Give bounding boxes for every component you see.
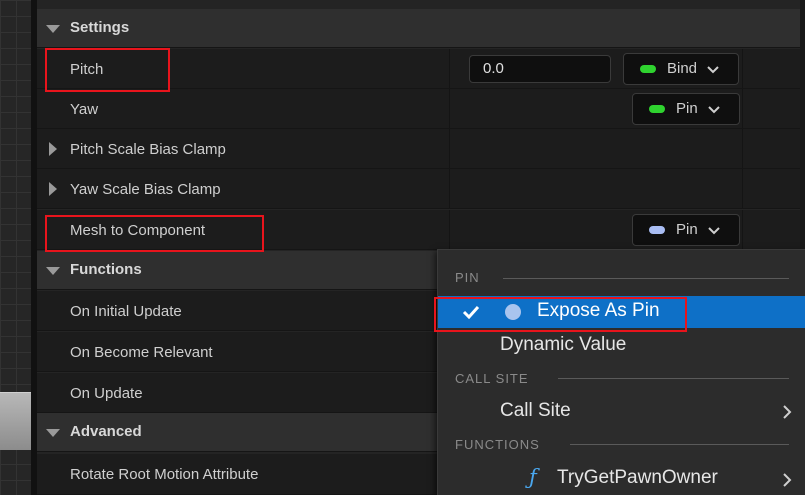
bind-button[interactable]: Bind bbox=[623, 53, 739, 85]
bool-pin-icon bbox=[640, 65, 656, 73]
menu-item-label: TryGetPawnOwner bbox=[557, 467, 718, 488]
section-title: Settings bbox=[70, 19, 130, 36]
section-title: Functions bbox=[70, 261, 142, 278]
extra-column bbox=[744, 49, 800, 88]
property-label: On Update bbox=[70, 385, 143, 402]
collapse-arrow-icon[interactable] bbox=[46, 267, 60, 275]
name-column bbox=[37, 89, 450, 128]
pin-dot-icon bbox=[505, 304, 521, 320]
chevron-down-icon bbox=[707, 66, 719, 74]
menu-section-functions: FUNCTIONS bbox=[455, 437, 540, 452]
extra-column bbox=[744, 210, 800, 249]
chevron-right-icon bbox=[783, 473, 792, 487]
property-label: Yaw Scale Bias Clamp bbox=[70, 181, 221, 198]
pin-button-yaw[interactable]: Pin bbox=[632, 93, 740, 125]
chevron-down-icon bbox=[708, 227, 720, 235]
pin-button-label: Pin bbox=[676, 100, 698, 117]
expand-arrow-icon[interactable] bbox=[49, 142, 57, 156]
pitch-value-input[interactable]: 0.0 bbox=[469, 55, 611, 83]
menu-section-call-site: CALL SITE bbox=[455, 371, 529, 386]
property-row-yaw-scale-bias-clamp[interactable]: Yaw Scale Bias Clamp bbox=[37, 169, 800, 209]
property-label: On Become Relevant bbox=[70, 344, 213, 361]
property-label: On Initial Update bbox=[70, 303, 182, 320]
pin-button-mesh-to-component[interactable]: Pin bbox=[632, 214, 740, 246]
extra-column bbox=[744, 169, 800, 208]
checkmark-icon bbox=[462, 305, 480, 319]
section-divider bbox=[570, 444, 789, 445]
property-label: Mesh to Component bbox=[70, 222, 206, 239]
pin-button-label: Pin bbox=[676, 221, 698, 238]
bool-pin-icon bbox=[649, 105, 665, 113]
extra-column bbox=[744, 129, 800, 168]
menu-section-pin: PIN bbox=[455, 270, 480, 285]
collapse-arrow-icon[interactable] bbox=[46, 25, 60, 33]
menu-item-label: Call Site bbox=[500, 400, 571, 421]
property-label: Pitch Scale Bias Clamp bbox=[70, 141, 226, 158]
section-header-settings[interactable]: Settings bbox=[37, 9, 800, 48]
chevron-down-icon bbox=[708, 106, 720, 114]
section-title: Advanced bbox=[70, 423, 142, 440]
menu-item-call-site[interactable]: Call Site bbox=[438, 396, 805, 426]
property-label: Rotate Root Motion Attribute bbox=[70, 466, 259, 483]
property-label: Yaw bbox=[70, 101, 99, 118]
property-row-pitch-scale-bias-clamp[interactable]: Pitch Scale Bias Clamp bbox=[37, 129, 800, 169]
menu-item-label: Expose As Pin bbox=[537, 300, 660, 321]
menu-item-dynamic-value[interactable]: Dynamic Value bbox=[500, 334, 626, 356]
graph-node-fragment bbox=[0, 392, 31, 450]
function-icon: ƒ bbox=[529, 465, 537, 489]
menu-item-expose-as-pin[interactable]: Expose As Pin bbox=[438, 296, 805, 328]
expand-arrow-icon[interactable] bbox=[49, 182, 57, 196]
extra-column bbox=[744, 89, 800, 128]
pin-options-menu: PIN Expose As Pin Dynamic Value CALL SIT… bbox=[437, 249, 805, 495]
bind-button-label: Bind bbox=[667, 60, 698, 77]
section-divider bbox=[503, 278, 789, 279]
value-column bbox=[451, 129, 743, 168]
object-pin-icon bbox=[649, 226, 665, 234]
value-column bbox=[451, 169, 743, 208]
collapse-arrow-icon[interactable] bbox=[46, 429, 60, 437]
chevron-right-icon bbox=[783, 405, 792, 419]
section-divider bbox=[558, 378, 789, 379]
menu-item-try-get-pawn-owner[interactable]: ƒ TryGetPawnOwner bbox=[438, 463, 805, 495]
property-label: Pitch bbox=[70, 61, 104, 78]
